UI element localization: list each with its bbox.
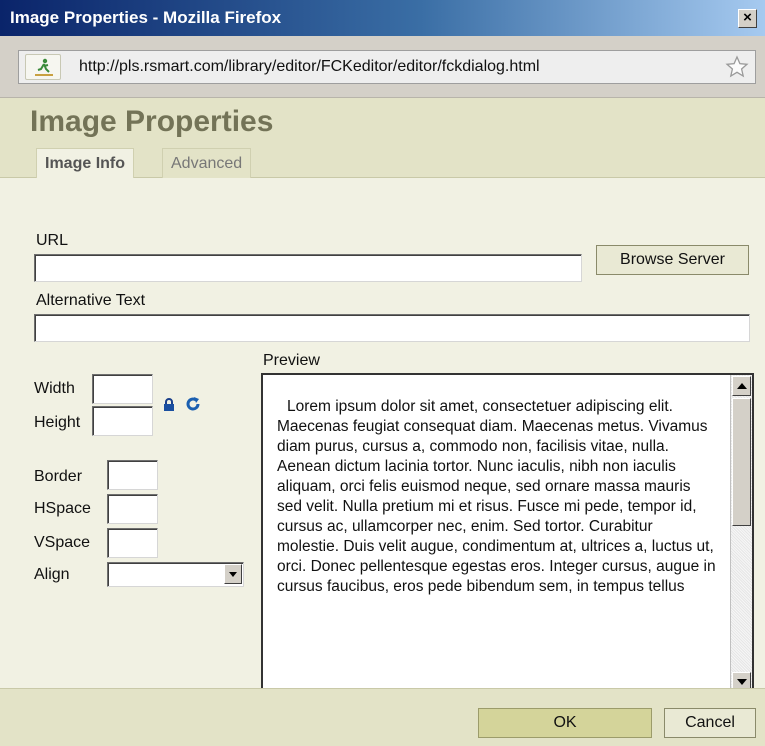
lock-icon[interactable] — [163, 398, 175, 417]
cancel-button[interactable]: Cancel — [664, 708, 756, 738]
scroll-thumb[interactable] — [732, 398, 751, 526]
chevron-down-icon[interactable] — [224, 564, 242, 584]
star-icon[interactable] — [725, 55, 749, 84]
dialog-title: Image Properties — [30, 105, 274, 138]
window-title: Image Properties - Mozilla Firefox — [10, 8, 282, 27]
close-window-button[interactable]: × — [738, 9, 757, 28]
site-identity-icon[interactable] — [25, 54, 61, 80]
address-bar[interactable]: http://pls.rsmart.com/library/editor/FCK… — [18, 50, 756, 84]
close-icon: × — [743, 9, 752, 26]
preview-pane: Lorem ipsum dolor sit amet, consectetuer… — [261, 373, 754, 695]
height-input[interactable] — [92, 406, 153, 436]
reset-size-icon[interactable] — [185, 396, 201, 417]
align-select[interactable] — [107, 562, 244, 587]
dialog-body: URL Browse Server Alternative Text Width… — [0, 178, 765, 695]
dialog-header: Image Properties Image Info Advanced — [0, 98, 765, 179]
align-label: Align — [34, 566, 70, 583]
preview-text: Lorem ipsum dolor sit amet, consectetuer… — [277, 398, 716, 595]
alt-text-input[interactable] — [34, 314, 750, 342]
preview-label: Preview — [263, 352, 320, 369]
tab-image-info[interactable]: Image Info — [36, 148, 135, 179]
scroll-up-icon[interactable] — [732, 376, 751, 396]
vspace-label: VSpace — [34, 534, 91, 551]
width-label: Width — [34, 380, 75, 397]
vspace-input[interactable] — [107, 528, 158, 558]
hspace-label: HSpace — [34, 500, 91, 517]
url-display[interactable]: http://pls.rsmart.com/library/editor/FCK… — [79, 58, 540, 76]
tab-advanced[interactable]: Advanced — [162, 148, 252, 178]
address-bar-area: http://pls.rsmart.com/library/editor/FCK… — [0, 36, 765, 98]
alt-text-label: Alternative Text — [36, 292, 146, 309]
height-label: Height — [34, 414, 81, 431]
browse-server-button[interactable]: Browse Server — [596, 245, 749, 275]
ok-button[interactable]: OK — [478, 708, 652, 738]
hspace-input[interactable] — [107, 494, 158, 524]
window-titlebar: Image Properties - Mozilla Firefox × — [0, 0, 765, 36]
width-input[interactable] — [92, 374, 153, 404]
border-input[interactable] — [107, 460, 158, 490]
url-input[interactable] — [34, 254, 582, 282]
border-label: Border — [34, 468, 83, 485]
dialog-footer: OK Cancel — [0, 688, 765, 746]
preview-scrollbar[interactable] — [730, 375, 752, 693]
url-label: URL — [36, 232, 69, 249]
